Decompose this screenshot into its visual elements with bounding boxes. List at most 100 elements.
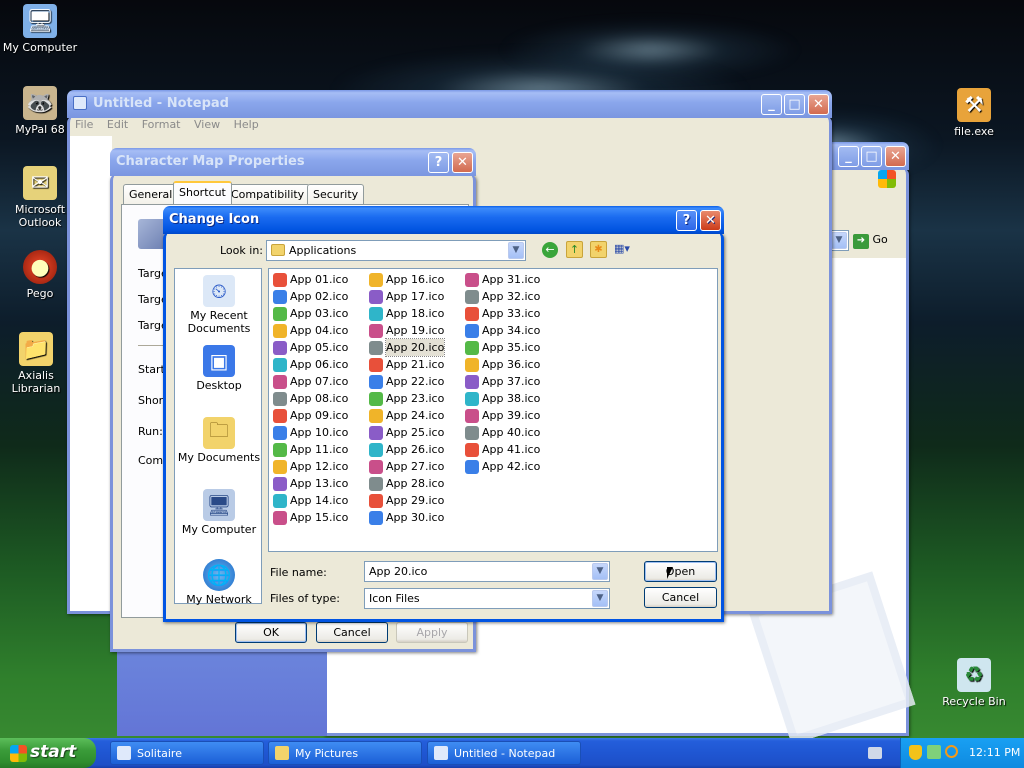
file-item[interactable]: App 25.ico (367, 424, 444, 441)
file-item[interactable]: App 13.ico (271, 475, 348, 492)
close-button[interactable]: ✕ (700, 210, 721, 231)
change-icon-titlebar[interactable]: Change Icon ? ✕ (163, 206, 724, 234)
search-icon[interactable] (945, 745, 958, 758)
file-item[interactable]: App 41.ico (463, 441, 540, 458)
desktop-icon-axialis[interactable]: 📁 Axialis Librarian (0, 332, 76, 395)
ico-file-icon (273, 357, 287, 372)
menu-edit[interactable]: Edit (107, 118, 128, 131)
tab-security[interactable]: Security (307, 184, 365, 204)
desktop-icon-file-exe[interactable]: ⚒ file.exe (934, 88, 1014, 138)
file-item[interactable]: App 05.ico (271, 339, 348, 356)
file-item[interactable]: App 02.ico (271, 288, 348, 305)
file-item[interactable]: App 09.ico (271, 407, 348, 424)
file-item[interactable]: App 40.ico (463, 424, 540, 441)
ok-button[interactable]: OK (235, 622, 307, 643)
menu-view[interactable]: View (194, 118, 220, 131)
file-item[interactable]: App 20.ico (367, 338, 446, 357)
file-item[interactable]: App 08.ico (271, 390, 348, 407)
cancel-button[interactable]: Cancel (644, 587, 717, 608)
file-item[interactable]: App 12.ico (271, 458, 348, 475)
start-button[interactable]: start (0, 738, 96, 768)
up-folder-button[interactable]: ↑ (566, 241, 583, 258)
open-button[interactable]: Open (644, 561, 717, 582)
file-item[interactable]: App 18.ico (367, 305, 444, 322)
file-item[interactable]: App 16.ico (367, 271, 444, 288)
exe-icon: ⚒ (957, 88, 991, 122)
file-item[interactable]: App 10.ico (271, 424, 348, 441)
task-my-pictures[interactable]: My Pictures (268, 741, 422, 765)
maximize-button[interactable]: □ (784, 94, 805, 115)
network-icon[interactable] (927, 745, 941, 759)
place-my-computer[interactable]: 🖥 My Computer (175, 489, 263, 536)
cancel-button[interactable]: Cancel (316, 622, 388, 643)
menu-file[interactable]: File (75, 118, 93, 131)
close-button[interactable]: ✕ (808, 94, 829, 115)
go-button[interactable]: ➜ Go (853, 230, 903, 250)
close-button[interactable]: ✕ (885, 146, 906, 167)
task-notepad[interactable]: Untitled - Notepad (427, 741, 581, 765)
menu-format[interactable]: Format (142, 118, 181, 131)
look-in-combo[interactable]: Applications ▼ (266, 240, 526, 261)
file-item[interactable]: App 07.ico (271, 373, 348, 390)
file-item[interactable]: App 01.ico (271, 271, 348, 288)
close-button[interactable]: ✕ (452, 152, 473, 173)
file-item[interactable]: App 22.ico (367, 373, 444, 390)
menu-help[interactable]: Help (234, 118, 259, 131)
help-button[interactable]: ? (676, 210, 697, 231)
file-item[interactable]: App 06.ico (271, 356, 348, 373)
file-item[interactable]: App 30.ico (367, 509, 444, 526)
file-item[interactable]: App 33.ico (463, 305, 540, 322)
file-item[interactable]: App 17.ico (367, 288, 444, 305)
maximize-button[interactable]: □ (861, 146, 882, 167)
view-menu-button[interactable]: ▦▾ (614, 242, 636, 258)
change-icon-dialog[interactable]: Change Icon ? ✕ Look in: Applications ▼ … (163, 206, 724, 622)
help-button[interactable]: ? (428, 152, 449, 173)
minimize-button[interactable]: _ (761, 94, 782, 115)
new-folder-button[interactable]: ✱ (590, 241, 607, 258)
desktop-icon-my-computer[interactable]: 🖥 My Computer (0, 4, 80, 54)
place-my-network[interactable]: 🌐 My Network (175, 559, 263, 606)
file-item[interactable]: App 39.ico (463, 407, 540, 424)
file-item[interactable]: App 04.ico (271, 322, 348, 339)
file-type-combo[interactable]: Icon Files ▼ (364, 588, 610, 609)
place-desktop[interactable]: ▣ Desktop (175, 345, 263, 392)
desktop-icon-recycle-bin[interactable]: ♻ Recycle Bin (934, 658, 1014, 708)
security-shield-icon[interactable] (909, 745, 922, 760)
place-recent-documents[interactable]: ⏲ My Recent Documents (175, 275, 263, 335)
file-item[interactable]: App 26.ico (367, 441, 444, 458)
charmap-titlebar[interactable]: Character Map Properties ? ✕ (110, 148, 476, 176)
file-name-combo[interactable]: App 20.ico ▼ (364, 561, 610, 582)
file-item[interactable]: App 34.ico (463, 322, 540, 339)
back-button[interactable]: ← (542, 242, 558, 258)
file-item[interactable]: App 35.ico (463, 339, 540, 356)
place-my-documents[interactable]: 🗀 My Documents (175, 417, 263, 464)
file-item[interactable]: App 23.ico (367, 390, 444, 407)
tab-general[interactable]: General (123, 184, 179, 204)
ico-file-icon (273, 323, 287, 338)
keyboard-icon[interactable] (868, 747, 882, 759)
tab-shortcut[interactable]: Shortcut (173, 181, 232, 204)
file-item[interactable]: App 42.ico (463, 458, 540, 475)
file-list[interactable]: App 01.ico App 02.ico App 03.ico App 04.ico… (268, 268, 718, 552)
file-item[interactable]: App 19.ico (367, 322, 444, 339)
notepad-titlebar[interactable]: Untitled - Notepad _ □ ✕ (67, 90, 832, 118)
file-item[interactable]: App 29.ico (367, 492, 444, 509)
file-item[interactable]: App 37.ico (463, 373, 540, 390)
minimize-button[interactable]: _ (838, 146, 859, 167)
file-item[interactable]: App 14.ico (271, 492, 348, 509)
file-item[interactable]: App 11.ico (271, 441, 348, 458)
tab-compatibility[interactable]: Compatibility (225, 184, 311, 204)
file-item[interactable]: App 32.ico (463, 288, 540, 305)
file-item[interactable]: App 31.ico (463, 271, 540, 288)
file-item[interactable]: App 38.ico (463, 390, 540, 407)
file-item[interactable]: App 24.ico (367, 407, 444, 424)
file-item[interactable]: App 03.ico (271, 305, 348, 322)
file-item[interactable]: App 28.ico (367, 475, 444, 492)
file-item[interactable]: App 15.ico (271, 509, 348, 526)
notepad-text-area[interactable] (70, 136, 112, 611)
file-item[interactable]: App 21.ico (367, 356, 444, 373)
apply-button[interactable]: Apply (396, 622, 468, 643)
file-item[interactable]: App 27.ico (367, 458, 444, 475)
task-solitaire[interactable]: Solitaire (110, 741, 264, 765)
file-item[interactable]: App 36.ico (463, 356, 540, 373)
